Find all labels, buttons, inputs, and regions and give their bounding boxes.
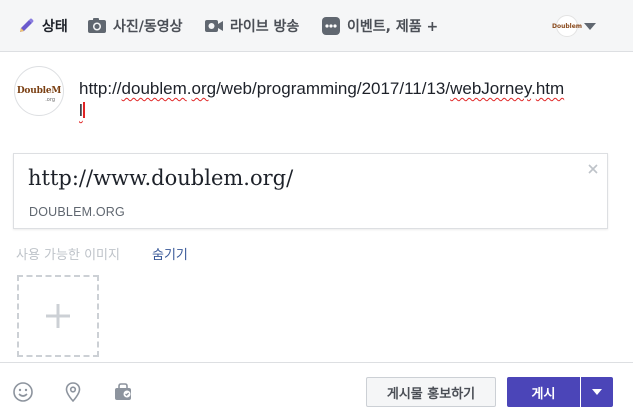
tab-photo-video-label: 사진/동영상 — [113, 19, 183, 35]
promote-post-button[interactable]: 게시물 홍보하기 — [366, 377, 496, 407]
add-image-button[interactable] — [17, 275, 99, 357]
tab-live-broadcast-label: 라이브 방송 — [230, 19, 300, 35]
composer-tab-bar: 상태 사진/동영상 라이브 방송 이벤트, 제품 + Doublem — [0, 0, 633, 52]
misspelled-word: org — [191, 79, 217, 98]
misspelled-word: webJorney — [450, 79, 532, 98]
tag-icon[interactable] — [112, 381, 134, 403]
tab-live-broadcast[interactable]: 라이브 방송 — [204, 0, 299, 52]
chevron-down-icon — [592, 389, 602, 395]
link-preview-domain: DOUBLEM.ORG — [29, 205, 125, 219]
video-camera-icon — [204, 16, 224, 36]
tab-events-products[interactable]: 이벤트, 제품 + — [321, 0, 438, 52]
composer-footer: 게시물 홍보하기 게시 — [0, 362, 633, 418]
misspelled-word: doublem — [121, 79, 187, 98]
post-text-input[interactable]: http://doublem.org/web/programming/2017/… — [79, 78, 599, 122]
hide-images-link[interactable]: 숨기기 — [152, 244, 188, 263]
text-segment: http:// — [79, 79, 122, 98]
tab-photo-video[interactable]: 사진/동영상 — [87, 0, 183, 52]
page-switcher[interactable]: Doublem — [552, 14, 600, 38]
post-button[interactable]: 게시 — [507, 377, 580, 407]
link-preview-title: http://www.doublem.org/ — [28, 166, 294, 190]
tab-events-products-label: 이벤트, 제품 + — [347, 19, 439, 35]
chevron-down-icon — [584, 22, 596, 30]
avatar-logo-sub: .org — [45, 97, 55, 103]
tab-status[interactable]: 상태 — [16, 0, 68, 52]
pencil-icon — [16, 16, 36, 36]
page-logo: Doublem — [552, 15, 582, 37]
location-pin-icon[interactable] — [62, 381, 84, 403]
avatar-logo-text: DoubleM — [16, 86, 62, 96]
close-icon[interactable] — [586, 161, 600, 175]
more-dots-icon — [321, 16, 341, 36]
misspelled-word: htm — [535, 79, 565, 98]
link-preview-card[interactable]: http://www.doublem.org/ DOUBLEM.ORG — [13, 153, 608, 229]
avatar: DoubleM .org — [14, 66, 64, 116]
tab-status-label: 상태 — [42, 19, 68, 35]
available-images-label: 사용 가능한 이미지 — [16, 248, 120, 263]
emoji-icon[interactable] — [12, 381, 34, 403]
text-cursor — [82, 102, 85, 118]
plus-icon — [46, 304, 70, 328]
post-options-dropdown[interactable] — [581, 377, 613, 407]
text-segment: /web/programming/2017/11/13/ — [216, 79, 451, 98]
camera-icon — [87, 16, 107, 36]
